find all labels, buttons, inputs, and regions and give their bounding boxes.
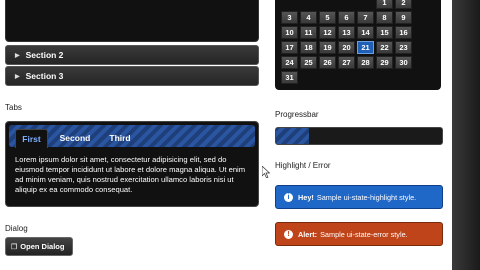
calendar-day[interactable]: 28 <box>357 56 374 69</box>
open-dialog-label: Open Dialog <box>20 242 65 251</box>
calendar-day[interactable]: 27 <box>338 56 355 69</box>
calendar-day[interactable]: 15 <box>376 26 393 39</box>
error-alert: ! Alert: Sample ui-state-error style. <box>275 222 443 246</box>
calendar-day[interactable]: 14 <box>357 26 374 39</box>
accordion-open-panel <box>5 0 259 42</box>
calendar-day[interactable]: 17 <box>281 41 298 54</box>
tab-nav: First Second Third <box>9 125 255 148</box>
calendar-day[interactable]: 1 <box>376 0 393 9</box>
calendar-day[interactable]: 4 <box>300 11 317 24</box>
progressbar-fill <box>276 128 310 144</box>
calendar-day[interactable]: 24 <box>281 56 298 69</box>
dialog-heading: Dialog <box>5 224 28 233</box>
tabs-widget: First Second Third Lorem ipsum dolor sit… <box>5 121 259 207</box>
calendar-day[interactable]: 20 <box>338 41 355 54</box>
calendar-day[interactable]: 12 <box>319 26 336 39</box>
tab-third[interactable]: Third <box>103 129 137 147</box>
calendar-day[interactable]: 5 <box>319 11 336 24</box>
triangle-right-icon: ▶ <box>15 73 20 80</box>
calendar-day[interactable]: 25 <box>300 56 317 69</box>
tab-first[interactable]: First <box>15 129 48 148</box>
tab-panel-text: Lorem ipsum dolor sit amet, consectetur … <box>15 155 246 194</box>
highlight-error-heading: Highlight / Error <box>275 161 331 170</box>
calendar-day[interactable]: 9 <box>395 11 412 24</box>
error-text: Sample ui-state-error style. <box>320 229 408 239</box>
calendar-day[interactable]: 10 <box>281 26 298 39</box>
accordion-header-section-3[interactable]: ▶ Section 3 <box>5 66 259 86</box>
calendar-day[interactable]: 3 <box>281 11 298 24</box>
accordion-header-section-2[interactable]: ▶ Section 2 <box>5 45 259 65</box>
accordion-header-label: Section 2 <box>25 50 64 60</box>
info-icon: i <box>284 192 293 202</box>
window-icon: ❐ <box>11 243 18 251</box>
calendar-day[interactable]: 18 <box>300 41 317 54</box>
tabs-heading: Tabs <box>5 103 22 112</box>
calendar-day[interactable]: 22 <box>376 41 393 54</box>
alert-icon: ! <box>284 229 293 239</box>
triangle-right-icon: ▶ <box>15 52 20 59</box>
highlight-prefix: Hey! <box>298 192 314 202</box>
calendar-day[interactable]: 7 <box>357 11 374 24</box>
mouse-cursor-icon <box>262 166 270 178</box>
open-dialog-button[interactable]: ❐ Open Dialog <box>5 237 73 256</box>
window-edge <box>452 0 480 270</box>
calendar-day[interactable]: 11 <box>300 26 317 39</box>
highlight-text: Sample ui-state-highlight style. <box>316 192 417 202</box>
progressbar <box>275 127 443 145</box>
calendar-day[interactable]: 13 <box>338 26 355 39</box>
calendar-day[interactable]: 31 <box>281 71 298 84</box>
calendar-day[interactable]: 29 <box>376 56 393 69</box>
calendar-day[interactable]: 23 <box>395 41 412 54</box>
calendar-day[interactable]: 8 <box>376 11 393 24</box>
calendar-day[interactable]: 6 <box>338 11 355 24</box>
calendar-day[interactable]: 21 <box>357 41 374 54</box>
calendar-day[interactable]: 16 <box>395 26 412 39</box>
calendar-day[interactable]: 2 <box>395 0 412 9</box>
calendar-day[interactable]: 26 <box>319 56 336 69</box>
calendar-day[interactable]: 19 <box>319 41 336 54</box>
progressbar-heading: Progressbar <box>275 110 319 119</box>
accordion-header-label: Section 3 <box>25 71 64 81</box>
datepicker-calendar: 1 2 3 4 5 6 7 8 9 10 11 12 13 14 15 16 17 18 19 20 21 22 23 24 2… <box>275 0 441 90</box>
calendar-day[interactable]: 30 <box>395 56 412 69</box>
highlight-alert: i Hey! Sample ui-state-highlight style. <box>275 185 443 209</box>
tab-second[interactable]: Second <box>53 129 97 147</box>
error-prefix: Alert: <box>298 229 318 239</box>
